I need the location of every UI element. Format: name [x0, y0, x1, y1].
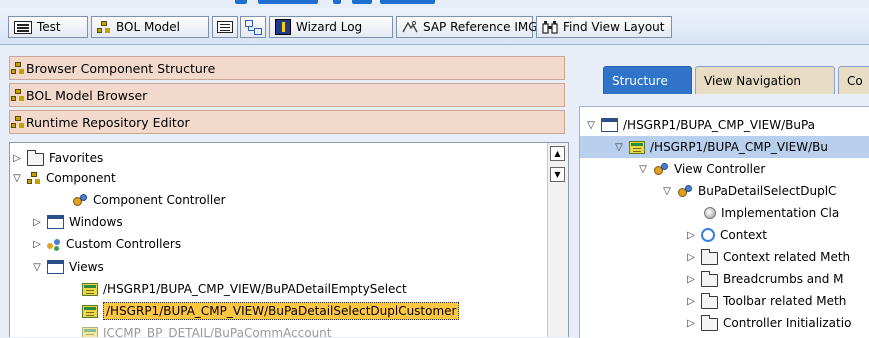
tree-node-controller-class[interactable]: ▽ BuPaDetailSelectDuplC — [662, 180, 836, 202]
bol-model-button[interactable]: BOL Model — [91, 16, 209, 38]
window-icon — [47, 215, 64, 229]
accordion-bol-model-browser[interactable]: BOL Model Browser — [9, 83, 565, 107]
tree-node-view-controller[interactable]: ▽ View Controller — [638, 158, 765, 180]
expand-arrow-icon[interactable]: ▷ — [686, 274, 696, 285]
structure-icon — [11, 115, 25, 129]
custom-controllers-icon — [47, 238, 61, 251]
tab-view-navigation[interactable]: View Navigation — [695, 66, 835, 94]
tree-node-view-empty-select[interactable]: /HSGRP1/BUPA_CMP_VIEW/BuPADetailEmptySel… — [82, 278, 407, 300]
navigate-button[interactable] — [240, 16, 266, 38]
tree-node-view[interactable]: ▽ /HSGRP1/BUPA_CMP_VIEW/Bu — [580, 136, 869, 158]
binoculars-icon — [542, 20, 558, 34]
vertical-scrollbar[interactable]: ▲ ▼ — [547, 143, 568, 337]
hierarchy-arrow-icon — [244, 19, 262, 35]
test-monitor-icon — [14, 20, 32, 34]
view-icon — [82, 282, 98, 296]
collapse-arrow-icon[interactable]: ▽ — [662, 186, 672, 197]
implementation-class-icon — [704, 207, 716, 219]
window-title-fragment — [0, 0, 869, 8]
folder-icon — [701, 292, 718, 309]
component-icon — [27, 171, 41, 185]
tree-node-root[interactable]: ▽ /HSGRP1/BUPA_CMP_VIEW/BuPa — [586, 114, 815, 136]
wizard-log-icon — [275, 19, 291, 35]
scroll-up-icon[interactable]: ▲ — [550, 146, 565, 161]
controller-icon — [653, 162, 669, 176]
folder-icon — [701, 248, 718, 265]
wizard-log-button[interactable]: Wizard Log — [269, 16, 393, 38]
tree-node-view-select-dupl-customer[interactable]: /HSGRP1/BUPA_CMP_VIEW/BuPaDetailSelectDu… — [82, 300, 460, 322]
view-icon — [82, 326, 98, 337]
scroll-down-icon[interactable]: ▼ — [550, 167, 565, 182]
controller-icon — [72, 193, 88, 207]
tree-node-custom-controllers[interactable]: ▷ Custom Controllers — [32, 233, 181, 255]
context-icon — [701, 228, 715, 242]
sap-reference-img-button[interactable]: SAP Reference IMG — [396, 16, 538, 38]
tree-node-context[interactable]: ▷ Context — [686, 224, 767, 246]
tree-node-views[interactable]: ▽ Views — [32, 256, 104, 278]
tree-node-component-controller[interactable]: Component Controller — [72, 189, 226, 211]
collapse-arrow-icon[interactable]: ▽ — [638, 164, 648, 175]
tree-node-context-methods[interactable]: ▷ Context related Meth — [686, 246, 850, 268]
folder-icon — [701, 314, 718, 331]
tab-structure[interactable]: Structure — [603, 66, 692, 94]
collapse-arrow-icon[interactable]: ▽ — [32, 262, 42, 273]
tab-co[interactable]: Co — [838, 66, 869, 94]
expand-arrow-icon[interactable]: ▷ — [32, 217, 42, 228]
expand-arrow-icon[interactable]: ▷ — [12, 153, 22, 164]
bol-structure-icon — [97, 20, 111, 34]
expand-arrow-icon[interactable]: ▷ — [686, 252, 696, 263]
detail-pane: Structure View Navigation Co ▽ /HSGRP1/B… — [579, 52, 869, 338]
find-view-layout-button[interactable]: Find View Layout — [536, 16, 672, 38]
window-icon — [601, 118, 618, 132]
tree-node-view-comm-account[interactable]: ICCMP_BP_DETAIL/BuPaCommAccount — [82, 322, 332, 337]
accordion-browser-component-structure[interactable]: Browser Component Structure — [9, 56, 565, 80]
folder-icon — [27, 149, 44, 166]
view-icon — [82, 304, 98, 318]
component-structure-tree: ▷ Favorites ▽ Component Component Contro… — [9, 142, 569, 337]
controller-icon — [677, 184, 693, 198]
view-icon — [629, 140, 645, 154]
collapse-arrow-icon[interactable]: ▽ — [12, 173, 22, 184]
structure-tree: ▽ /HSGRP1/BUPA_CMP_VIEW/BuPa ▽ /HSGRP1/B… — [579, 106, 869, 338]
expand-arrow-icon[interactable]: ▷ — [686, 230, 696, 241]
tree-node-implementation-class[interactable]: Implementation Cla — [704, 202, 839, 224]
window-icon — [47, 260, 64, 274]
list-icon — [217, 21, 233, 33]
application-toolbar: Test BOL Model Wizard Log SAP Reference … — [0, 8, 869, 45]
tree-node-breadcrumbs[interactable]: ▷ Breadcrumbs and M — [686, 268, 844, 290]
structure-icon — [11, 61, 25, 75]
expand-arrow-icon[interactable]: ▷ — [32, 239, 42, 250]
tree-node-controller-init[interactable]: ▷ Controller Initializatio — [686, 312, 851, 334]
tree-node-toolbar-methods[interactable]: ▷ Toolbar related Meth — [686, 290, 846, 312]
collapse-arrow-icon[interactable]: ▽ — [586, 120, 596, 131]
expand-arrow-icon[interactable]: ▷ — [686, 318, 696, 329]
tree-node-favorites[interactable]: ▷ Favorites — [12, 147, 103, 169]
tree-node-windows[interactable]: ▷ Windows — [32, 211, 123, 233]
test-button[interactable]: Test — [8, 16, 88, 38]
tree-node-component[interactable]: ▽ Component — [12, 167, 116, 189]
reference-img-icon — [402, 20, 418, 34]
folder-icon — [701, 270, 718, 287]
list-view-button[interactable] — [212, 16, 238, 38]
collapse-arrow-icon[interactable]: ▽ — [614, 142, 624, 153]
structure-icon — [11, 88, 25, 102]
accordion-runtime-repository-editor[interactable]: Runtime Repository Editor — [9, 110, 565, 134]
expand-arrow-icon[interactable]: ▷ — [686, 296, 696, 307]
